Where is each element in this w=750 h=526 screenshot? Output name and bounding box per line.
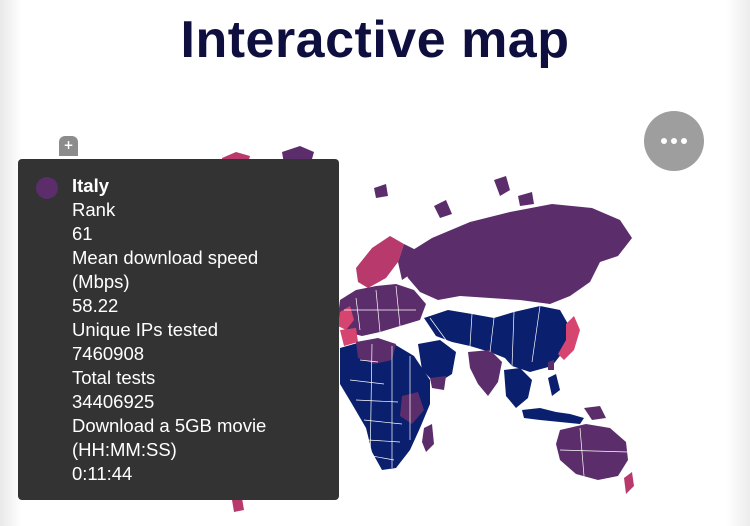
tooltip-movie-label-1: Download a 5GB movie (72, 415, 267, 436)
tooltip-ips-value: 7460908 (72, 343, 145, 364)
tooltip-rank-value: 61 (72, 223, 93, 244)
country-philippines[interactable] (548, 374, 560, 396)
southern-island (232, 498, 244, 512)
country-se-asia[interactable] (504, 368, 532, 408)
tooltip-ips-label: Unique IPs tested (72, 319, 219, 340)
legend-swatch (36, 177, 58, 199)
country-new-zealand[interactable] (624, 472, 634, 494)
ellipsis-icon-dot-3 (681, 138, 687, 144)
tooltip-country-name: Italy (72, 175, 110, 196)
tooltip-download-value: 58.22 (72, 295, 119, 316)
tooltip-tests-label: Total tests (72, 367, 156, 388)
chart-menu-button[interactable] (644, 111, 704, 171)
country-tooltip: Italy Rank 61 Mean download speed (Mbps)… (18, 159, 339, 500)
tooltip-rank-label: Rank (72, 199, 116, 220)
ellipsis-icon-dot-2 (671, 138, 677, 144)
country-india[interactable] (468, 350, 502, 396)
country-madagascar[interactable] (422, 424, 434, 452)
country-indonesia[interactable] (522, 408, 584, 424)
ellipsis-icon (661, 138, 667, 144)
tooltip-movie-label-2: (HH:MM:SS) (72, 439, 177, 460)
country-scandinavia[interactable] (356, 236, 404, 288)
tooltip-movie-value: 0:11:44 (72, 463, 133, 484)
country-russia[interactable] (400, 204, 632, 304)
arctic-islands (374, 176, 534, 218)
tooltip-tests-value: 34406925 (72, 391, 155, 412)
country-png[interactable] (584, 406, 606, 420)
tooltip-download-label-2: (Mbps) (72, 271, 130, 292)
tooltip-download-label-1: Mean download speed (72, 247, 259, 268)
country-iberia[interactable] (340, 328, 358, 346)
zoom-in-button[interactable]: + (59, 136, 78, 156)
country-yemen[interactable] (430, 376, 446, 390)
